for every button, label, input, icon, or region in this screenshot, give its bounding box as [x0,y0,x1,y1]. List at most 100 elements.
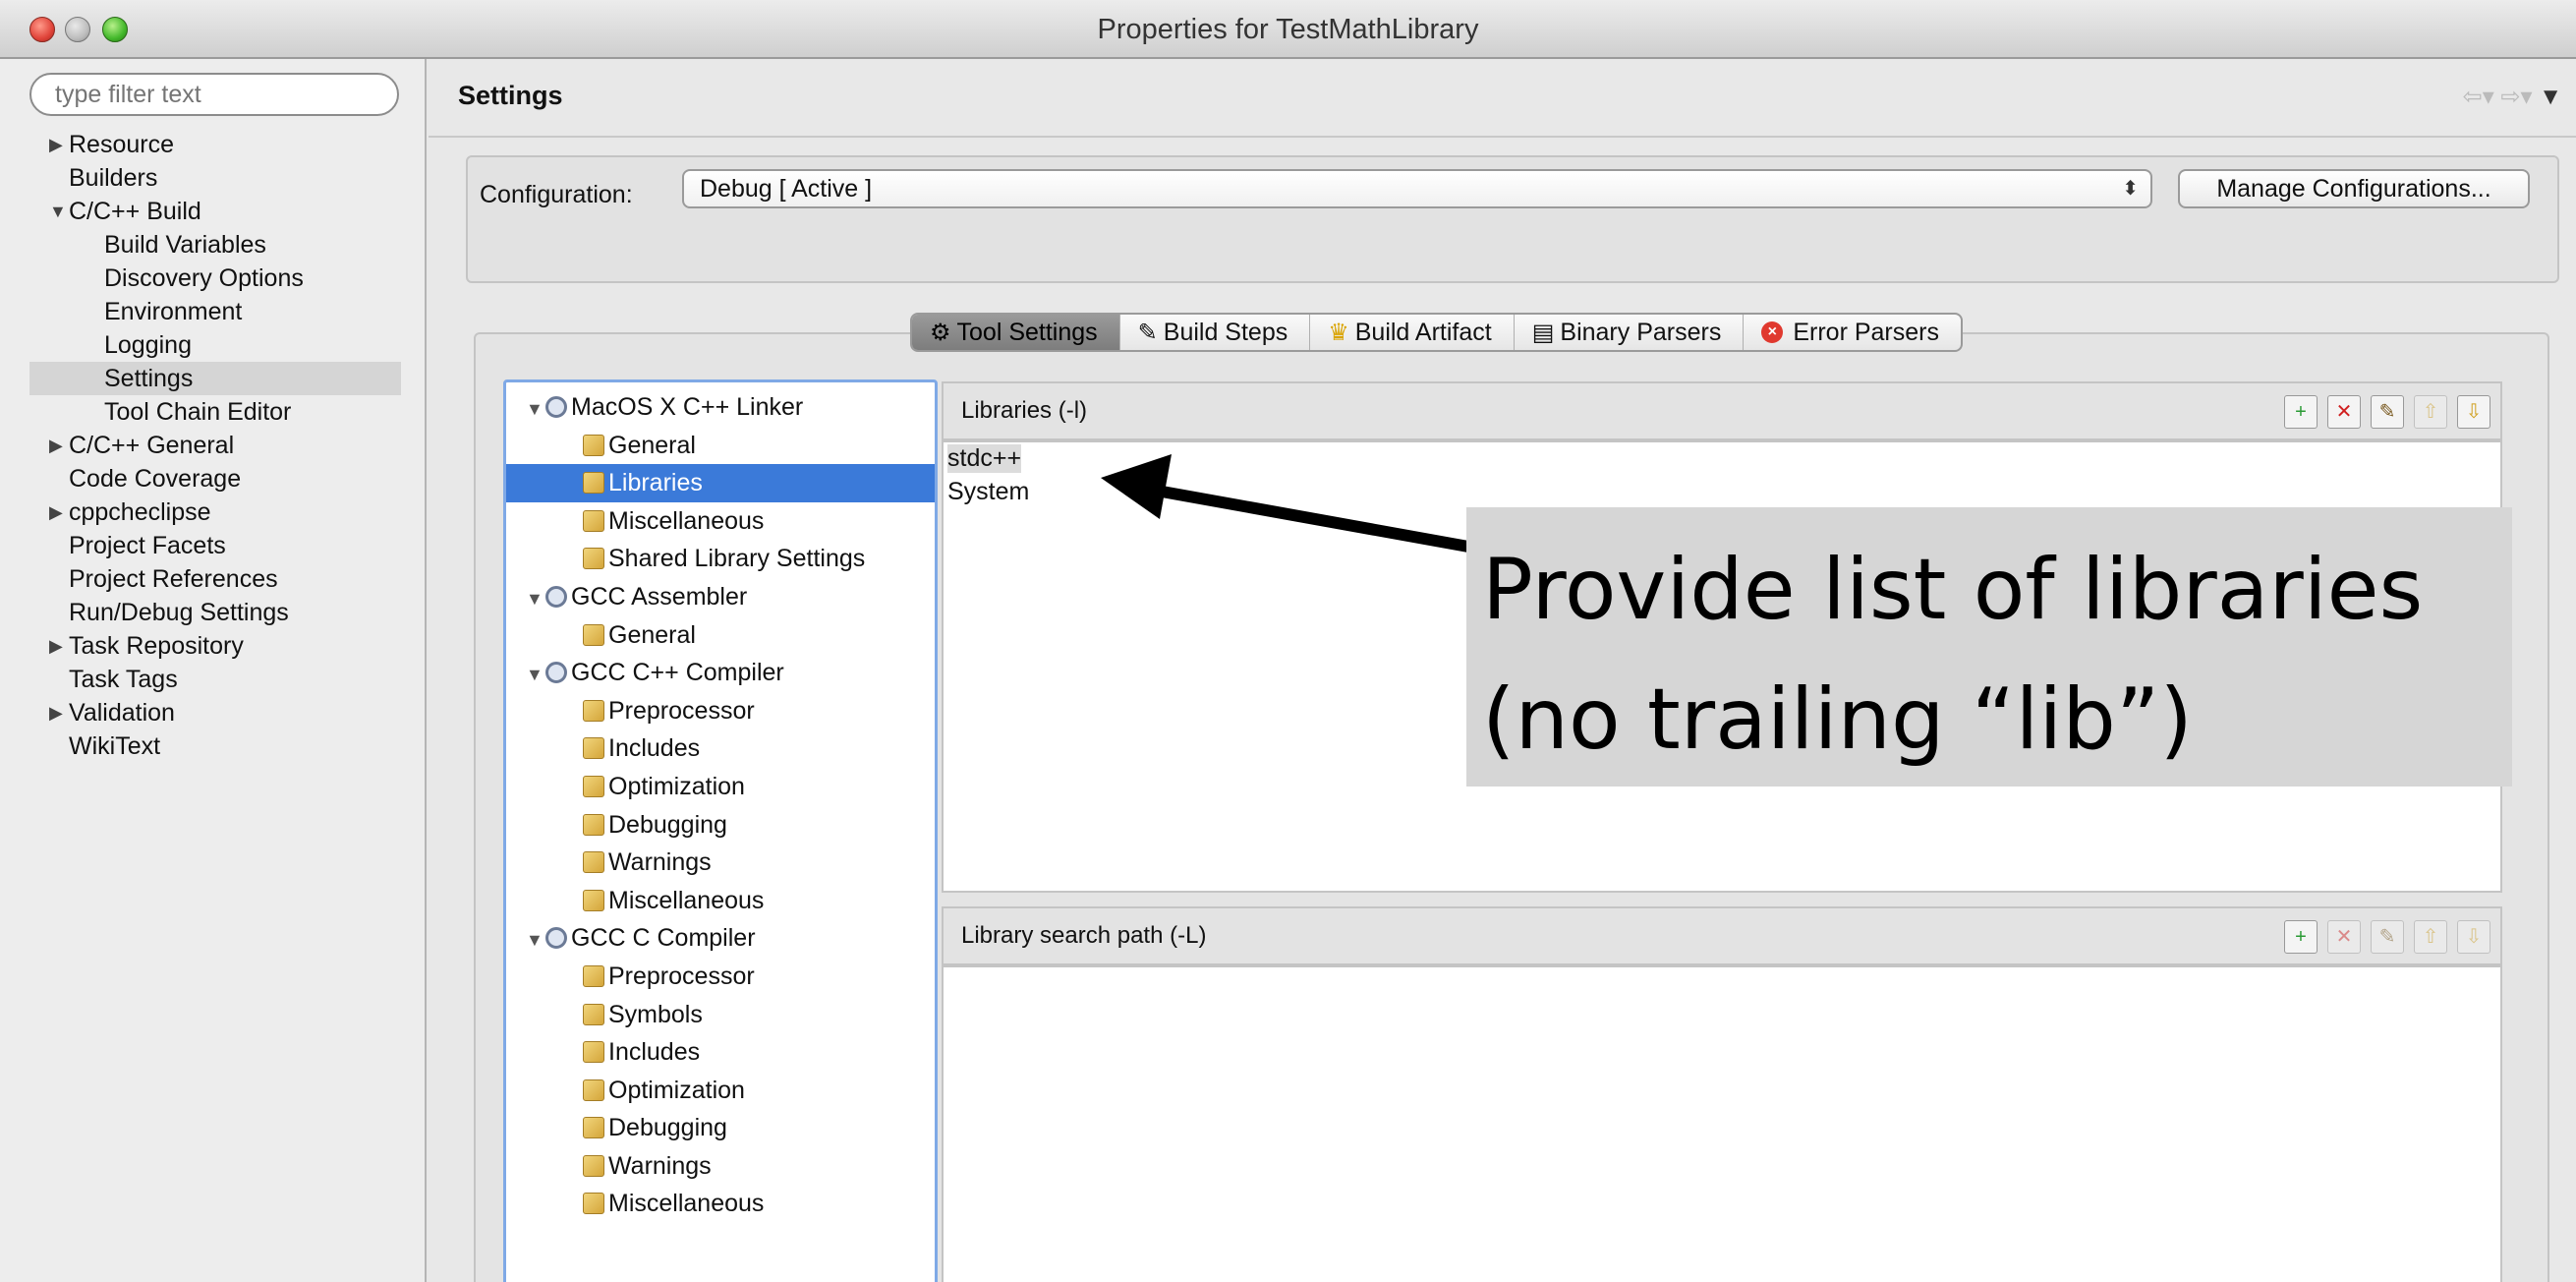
sidebar-item-settings[interactable]: Settings [29,362,401,395]
tree-item-c-includes[interactable]: Includes [506,1033,935,1072]
sidebar-item-wikitext[interactable]: WikiText [29,729,401,763]
tree-item-c-miscellaneous[interactable]: Miscellaneous [506,1185,935,1223]
tab-error-parsers[interactable]: × Error Parsers [1744,315,1961,350]
configuration-label: Configuration: [480,181,633,208]
sidebar-item-task-repository[interactable]: ▶ Task Repository [29,629,401,663]
sidebar-item-environment[interactable]: Environment [29,295,401,328]
tree-item-cpp-optimization[interactable]: Optimization [506,768,935,806]
property-page-list: ▶ Resource Builders ▼ C/C++ Build Build Va… [29,128,401,763]
sidebar-item-builders[interactable]: Builders [29,161,401,195]
expand-triangle-icon[interactable]: ▶ [49,696,63,729]
sidebar-item-validation[interactable]: ▶ Validation [29,696,401,729]
back-arrow-icon[interactable]: ⇦▾ [2463,84,2494,110]
tree-item-label: Optimization [608,772,745,800]
tree-item-label: GCC C Compiler [571,924,756,953]
sidebar-item-code-coverage[interactable]: Code Coverage [29,462,401,495]
tree-item-cpp-debugging[interactable]: Debugging [506,806,935,845]
move-up-icon[interactable]: ⇧ [2414,395,2447,429]
tab-label: Error Parsers [1793,318,1939,346]
delete-icon[interactable]: ✕ [2327,395,2361,429]
tree-item-linker[interactable]: ▼ MacOS X C++ Linker [506,388,935,427]
sidebar-item-task-tags[interactable]: Task Tags [29,663,401,696]
sidebar-item-cpp-build[interactable]: ▼ C/C++ Build [29,195,401,228]
tab-binary-parsers[interactable]: ▤ Binary Parsers [1515,315,1745,350]
sidebar-item-label: Logging [104,331,192,359]
sidebar-item-build-variables[interactable]: Build Variables [29,228,401,262]
sidebar-item-tool-chain-editor[interactable]: Tool Chain Editor [29,395,401,429]
sidebar-item-project-references[interactable]: Project References [29,562,401,596]
option-category-icon [583,851,604,874]
move-down-icon[interactable]: ⇩ [2457,920,2490,954]
forward-arrow-icon[interactable]: ⇨▾ [2500,84,2532,110]
window-title: Properties for TestMathLibrary [1097,14,1479,45]
delete-icon[interactable]: ✕ [2327,920,2361,954]
sidebar-item-label: Environment [104,298,243,325]
tree-item-linker-miscellaneous[interactable]: Miscellaneous [506,502,935,541]
sidebar-item-label: Task Tags [69,666,178,693]
callout-line-1: Provide list of libraries [1482,541,2424,639]
tree-item-linker-general[interactable]: General [506,427,935,465]
tree-item-assembler-general[interactable]: General [506,616,935,655]
view-menu-icon[interactable]: ▼ [2539,84,2562,110]
configuration-select[interactable]: Debug [ Active ] ⬍ [682,169,2152,208]
move-up-icon[interactable]: ⇧ [2414,920,2447,954]
collapse-triangle-icon[interactable]: ▼ [526,390,545,428]
tab-tool-settings[interactable]: ⚙ Tool Settings [912,315,1120,350]
tree-item-c-debugging[interactable]: Debugging [506,1109,935,1147]
tree-item-label: Libraries [608,469,703,497]
sidebar-item-cpp-general[interactable]: ▶ C/C++ General [29,429,401,462]
move-down-icon[interactable]: ⇩ [2457,395,2490,429]
tree-item-label: Includes [608,734,701,763]
title-bar: Properties for TestMathLibrary [0,0,2576,59]
edit-icon[interactable]: ✎ [2371,395,2404,429]
library-search-path-list[interactable] [942,965,2502,1282]
libraries-label: Libraries (-l) [961,397,1088,424]
expand-triangle-icon[interactable]: ▶ [49,495,63,529]
expand-triangle-icon[interactable]: ▶ [49,128,63,161]
sidebar-item-resource[interactable]: ▶ Resource [29,128,401,161]
tab-label: Binary Parsers [1560,318,1722,346]
edit-icon[interactable]: ✎ [2371,920,2404,954]
filter-input[interactable] [55,75,373,114]
tree-item-linker-libraries[interactable]: Libraries [506,464,935,502]
sidebar-item-run-debug-settings[interactable]: Run/Debug Settings [29,596,401,629]
option-category-icon [583,1041,604,1064]
collapse-triangle-icon[interactable]: ▼ [526,580,545,617]
tab-build-steps[interactable]: ✎ Build Steps [1120,315,1311,350]
sidebar-item-label: Tool Chain Editor [104,398,292,426]
tree-item-c-preprocessor[interactable]: Preprocessor [506,958,935,996]
tree-item-c-symbols[interactable]: Symbols [506,996,935,1034]
tree-item-cpp-warnings[interactable]: Warnings [506,844,935,882]
expand-triangle-icon[interactable]: ▶ [49,429,63,462]
tree-item-cpp-compiler[interactable]: ▼ GCC C++ Compiler [506,654,935,692]
library-search-path-header: Library search path (-L) + ✕ ✎ ⇧ ⇩ [942,906,2502,965]
tree-item-cpp-preprocessor[interactable]: Preprocessor [506,692,935,730]
expand-triangle-icon[interactable]: ▶ [49,629,63,663]
tree-item-assembler[interactable]: ▼ GCC Assembler [506,578,935,616]
tree-item-cpp-includes[interactable]: Includes [506,729,935,768]
list-item[interactable]: System [947,478,1029,506]
collapse-triangle-icon[interactable]: ▼ [49,195,67,228]
list-item[interactable]: stdc++ [947,444,1022,473]
sidebar-item-discovery-options[interactable]: Discovery Options [29,262,401,295]
filter-field[interactable] [29,73,399,116]
error-parsers-icon: × [1761,321,1784,343]
tree-item-cpp-miscellaneous[interactable]: Miscellaneous [506,882,935,920]
sidebar-item-project-facets[interactable]: Project Facets [29,529,401,562]
collapse-triangle-icon[interactable]: ▼ [526,656,545,693]
tree-item-label: MacOS X C++ Linker [571,393,804,421]
manage-configurations-button[interactable]: Manage Configurations... [2178,169,2530,208]
sidebar-item-logging[interactable]: Logging [29,328,401,362]
tree-item-c-optimization[interactable]: Optimization [506,1072,935,1110]
tab-build-artifact[interactable]: ♛ Build Artifact [1310,315,1515,350]
annotation-callout: Provide list of libraries (no trailing “… [1466,507,2512,787]
sidebar-item-label: cppcheclipse [69,498,211,526]
add-icon[interactable]: + [2284,395,2318,429]
add-icon[interactable]: + [2284,920,2318,954]
tree-item-shared-library-settings[interactable]: Shared Library Settings [506,540,935,578]
sidebar-item-cppcheclipse[interactable]: ▶ cppcheclipse [29,495,401,529]
tree-item-c-compiler[interactable]: ▼ GCC C Compiler [506,919,935,958]
tree-item-c-warnings[interactable]: Warnings [506,1147,935,1186]
tool-gear-icon [545,585,567,608]
collapse-triangle-icon[interactable]: ▼ [526,921,545,959]
